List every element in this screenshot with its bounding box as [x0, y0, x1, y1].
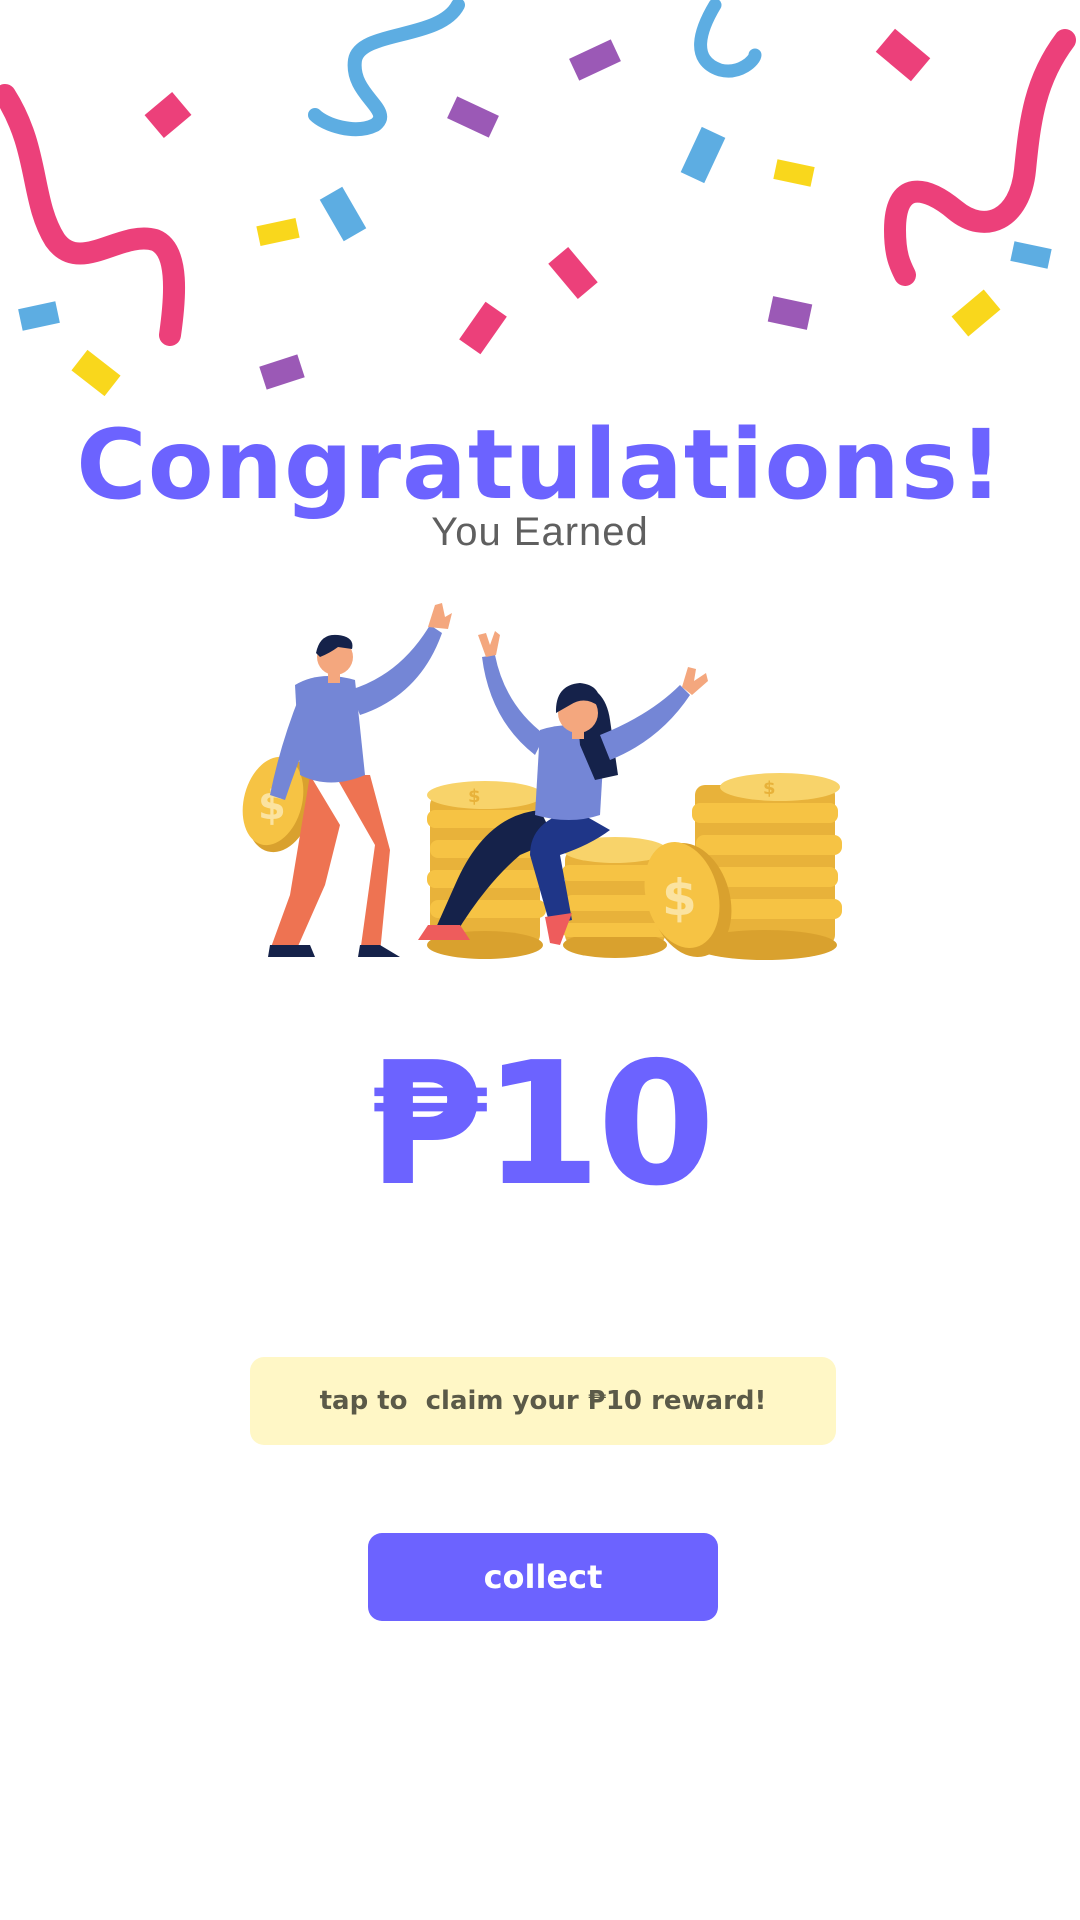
claim-hint-banner[interactable]: tap to claim your ₱10 reward!	[250, 1357, 836, 1445]
people-celebrating-with-coins-illustration: $ $ $ $	[242, 603, 842, 960]
claim-hint-text: tap to claim your ₱10 reward!	[319, 1386, 767, 1416]
collect-button-label: collect	[483, 1558, 603, 1596]
reward-screen: Congratulations! You Earned $ $ $ $ ₱10 …	[0, 0, 1080, 1920]
svg-text:$: $	[763, 778, 776, 799]
collect-button[interactable]: collect	[368, 1533, 718, 1621]
svg-text:$: $	[662, 869, 697, 927]
svg-text:$: $	[468, 786, 481, 807]
page-title: Congratulations!	[76, 409, 1004, 521]
reward-amount: ₱10	[368, 1026, 716, 1224]
confetti-decoration	[0, 0, 1076, 397]
page-subtitle: You Earned	[431, 510, 649, 554]
